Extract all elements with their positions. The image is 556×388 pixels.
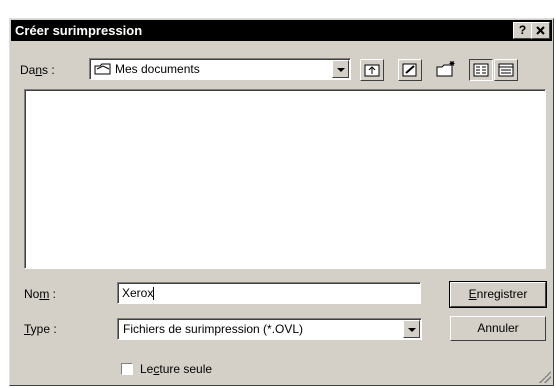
- readonly-checkbox[interactable]: [121, 363, 133, 375]
- close-button[interactable]: [531, 22, 550, 39]
- filetype-value: Fichiers de surimpression (*.OVL): [123, 322, 304, 336]
- look-in-combo[interactable]: Mes documents: [89, 58, 351, 80]
- resize-grip[interactable]: [539, 371, 551, 383]
- list-view-button[interactable]: [469, 59, 493, 81]
- filename-input[interactable]: Xerox: [117, 282, 421, 304]
- filetype-combo[interactable]: Fichiers de surimpression (*.OVL): [117, 318, 422, 340]
- up-one-level-icon: [364, 64, 380, 77]
- folder-icon: [94, 63, 111, 75]
- help-button[interactable]: ?: [513, 22, 532, 39]
- details-view-button[interactable]: [494, 59, 518, 81]
- details-view-icon: [498, 63, 514, 77]
- readonly-label[interactable]: Lecture seule: [140, 362, 212, 376]
- cancel-button[interactable]: Annuler: [450, 316, 546, 341]
- new-folder-icon: [436, 61, 455, 77]
- look-in-label: Dans :: [20, 63, 55, 77]
- text-cursor: [153, 287, 155, 301]
- new-folder-button[interactable]: [434, 59, 458, 81]
- list-view-icon: [473, 63, 489, 77]
- desktop-button[interactable]: [398, 59, 422, 81]
- save-dialog: Créer surimpression ? Dans : Mes documen…: [9, 18, 554, 386]
- file-list-pane[interactable]: [24, 89, 546, 269]
- title-bar[interactable]: Créer surimpression ?: [11, 20, 552, 41]
- close-icon: [536, 26, 545, 35]
- up-one-level-button[interactable]: [360, 59, 384, 81]
- look-in-dropdown-button[interactable]: [332, 60, 349, 78]
- filetype-dropdown-button[interactable]: [403, 320, 420, 338]
- filename-label: Nom :: [24, 287, 57, 301]
- look-in-value: Mes documents: [115, 62, 200, 76]
- save-button[interactable]: Enregistrer: [449, 281, 547, 308]
- filetype-label: Type :: [24, 322, 57, 336]
- filename-value: Xerox: [122, 286, 154, 300]
- desktop-icon: [402, 63, 417, 77]
- dialog-title: Créer surimpression: [15, 23, 143, 38]
